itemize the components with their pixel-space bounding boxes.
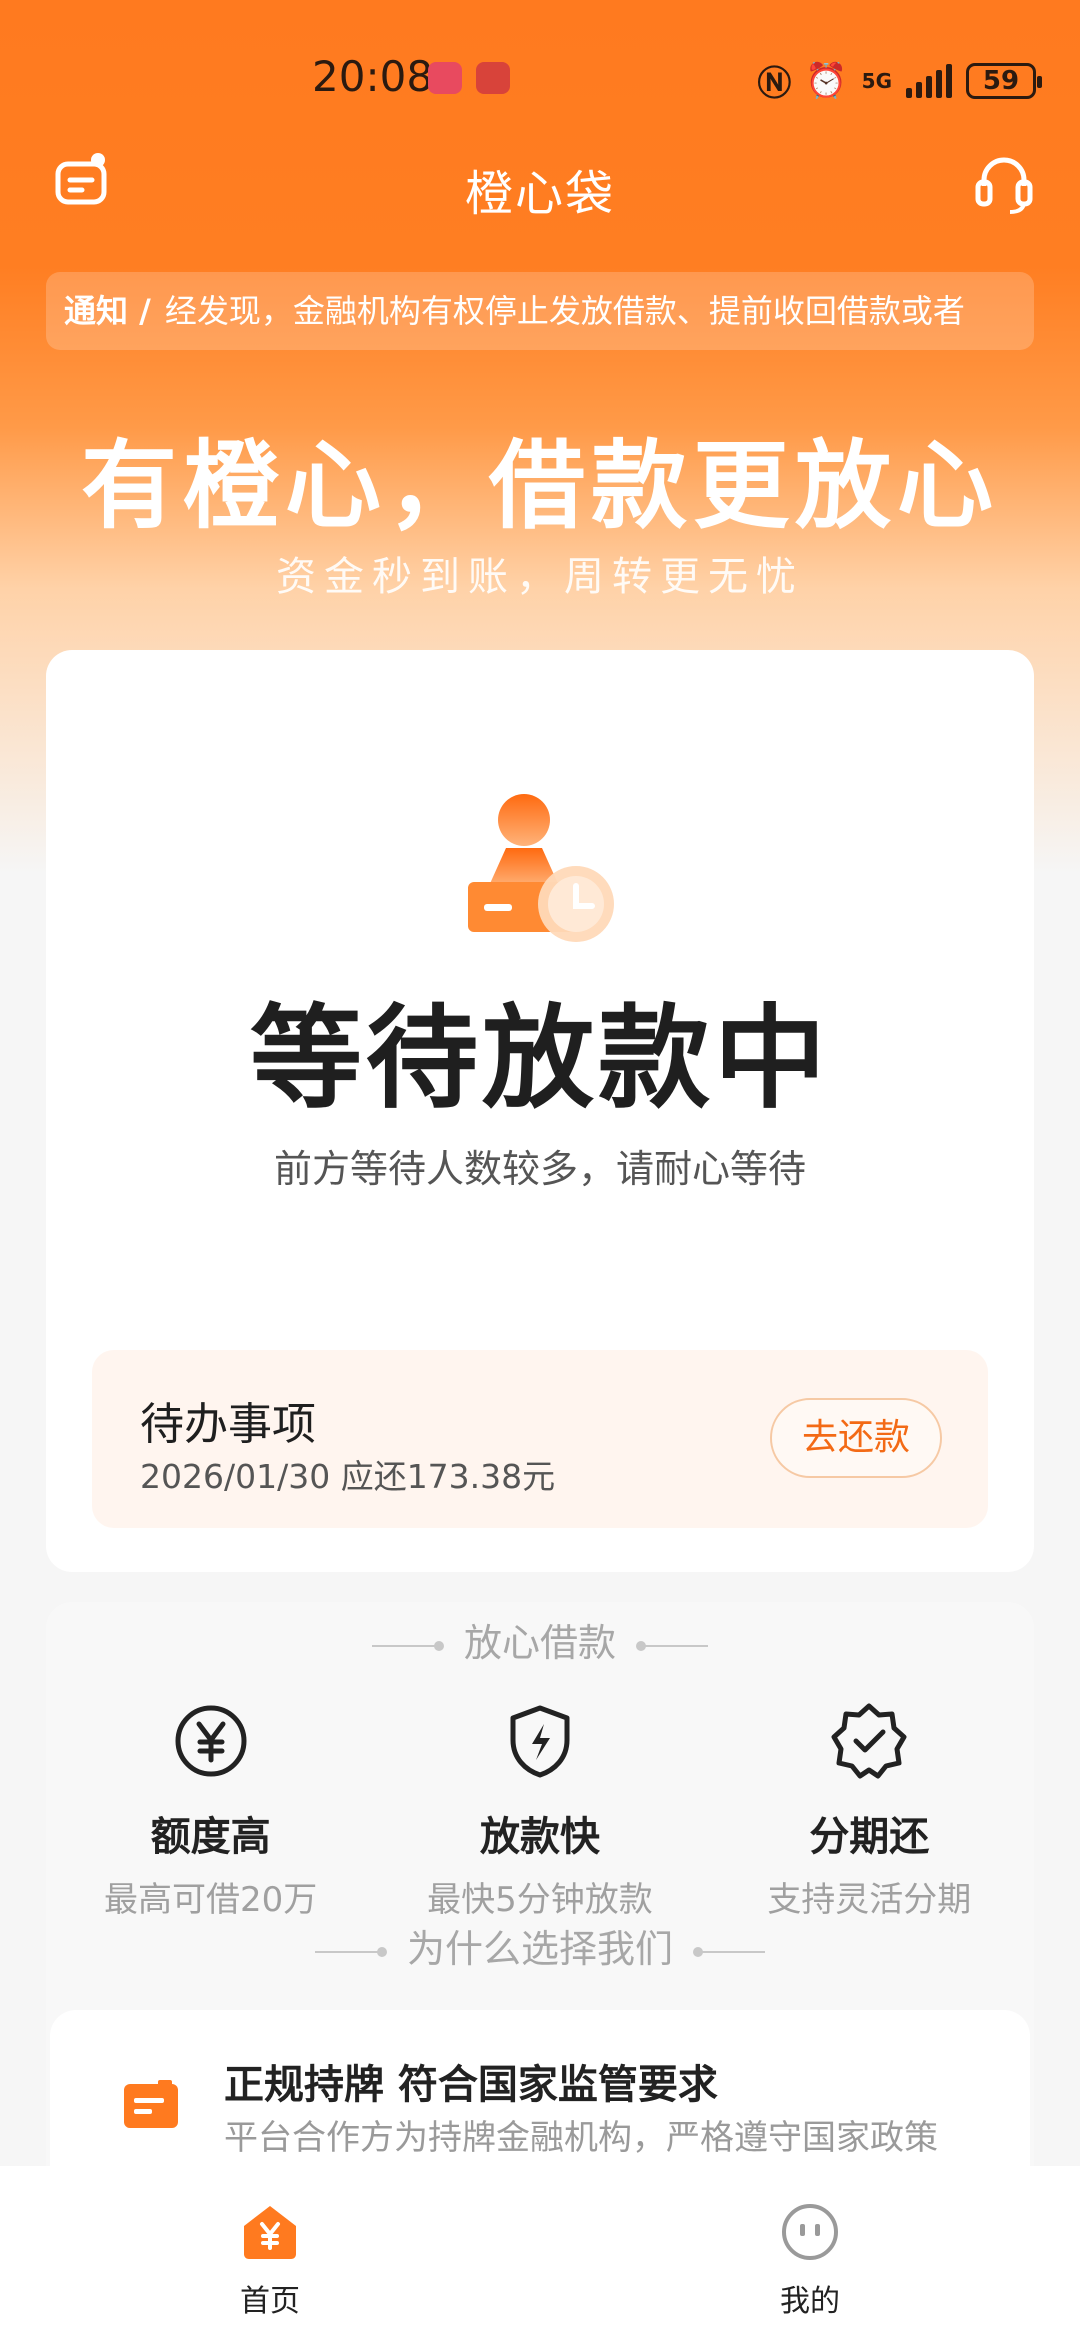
network-type: 5G [861, 68, 892, 93]
loan-status-card: 等待放款中 前方等待人数较多，请耐心等待 待办事项 2026/01/30 应还1… [46, 650, 1034, 1572]
nav-profile-label: 我的 [780, 2284, 840, 2319]
notification-app-icon [476, 62, 510, 94]
feature-title: 放款快 [479, 1814, 600, 1860]
bottom-navigation: 首页 我的 [0, 2166, 1080, 2340]
features-row: 额度高 最高可借20万 放款快 最快5分钟放款 分期还 支持灵活分期 [46, 1702, 1034, 1921]
status-title: 等待放款中 [250, 994, 830, 1124]
page-title: 橙心袋 [464, 166, 615, 222]
nav-home[interactable]: 首页 [0, 2166, 540, 2340]
nav-profile[interactable]: 我的 [540, 2166, 1080, 2340]
why-heading: 为什么选择我们 [46, 1918, 1034, 1973]
battery-icon: 59 [966, 62, 1042, 99]
feature-installments: 分期还 支持灵活分期 [705, 1702, 1034, 1921]
home-yuan-icon [244, 2206, 296, 2259]
hero-subslogan: 资金秒到账，周转更无忧 [276, 554, 804, 600]
status-description: 前方等待人数较多，请耐心等待 [273, 1147, 806, 1191]
app-header: 橙心袋 [0, 150, 1080, 230]
status-indicators: Ⓝ ⏰ 5G 59 [757, 56, 1042, 105]
repay-button[interactable]: 去还款 [770, 1398, 942, 1478]
notification-app-icon [428, 62, 462, 94]
lightning-shield-icon [510, 1705, 570, 1778]
yuan-coin-icon [175, 1705, 247, 1777]
notice-text: 经发现，金融机构有权停止发放借款、提前收回借款或者 [164, 292, 965, 330]
stamp-clock-icon [468, 794, 614, 942]
nav-home-label: 首页 [240, 2284, 300, 2319]
decorative-line [314, 1946, 387, 1957]
why-item-subtitle: 平台合作方为持牌金融机构，严格遵守国家政策 [224, 2118, 938, 2158]
profile-face-icon [782, 2204, 838, 2260]
why-item-title: 正规持牌 符合国家监管要求 [224, 2062, 718, 2108]
status-time: 20:08 [312, 52, 434, 101]
signal-icon [906, 63, 952, 98]
why-heading-text: 为什么选择我们 [406, 1927, 673, 1971]
alarm-icon: ⏰ [805, 60, 848, 101]
feature-title: 分期还 [809, 1814, 930, 1860]
headset-icon[interactable] [974, 150, 1034, 216]
feature-subtitle: 最高可借20万 [104, 1880, 318, 1920]
verified-badge-icon [831, 1703, 907, 1779]
notice-tag: 通知 / [64, 292, 151, 330]
decorative-line [636, 1640, 708, 1651]
notice-bar[interactable]: 通知 / 经发现，金融机构有权停止发放借款、提前收回借款或者 [46, 272, 1034, 350]
hero-slogan: 有橙心，借款更放心 [81, 430, 999, 542]
todo-title: 待办事项 [140, 1399, 316, 1450]
feature-subtitle: 最快5分钟放款 [427, 1880, 653, 1920]
feature-high-limit: 额度高 最高可借20万 [46, 1702, 375, 1921]
nfc-icon: Ⓝ [757, 64, 792, 104]
license-icon [124, 2080, 178, 2128]
todo-panel: 待办事项 2026/01/30 应还173.38元 去还款 [92, 1350, 988, 1528]
status-bar: 20:08 Ⓝ ⏰ 5G 59 [0, 0, 1080, 160]
decorative-line [371, 1640, 444, 1651]
features-heading-text: 放心借款 [463, 1621, 616, 1665]
feature-title: 额度高 [150, 1814, 271, 1860]
features-heading: 放心借款 [46, 1612, 1034, 1667]
feature-fast-payout: 放款快 最快5分钟放款 [375, 1702, 704, 1921]
todo-detail: 2026/01/30 应还173.38元 [140, 1457, 556, 1496]
feature-subtitle: 支持灵活分期 [767, 1880, 972, 1920]
decorative-line [693, 1946, 765, 1957]
